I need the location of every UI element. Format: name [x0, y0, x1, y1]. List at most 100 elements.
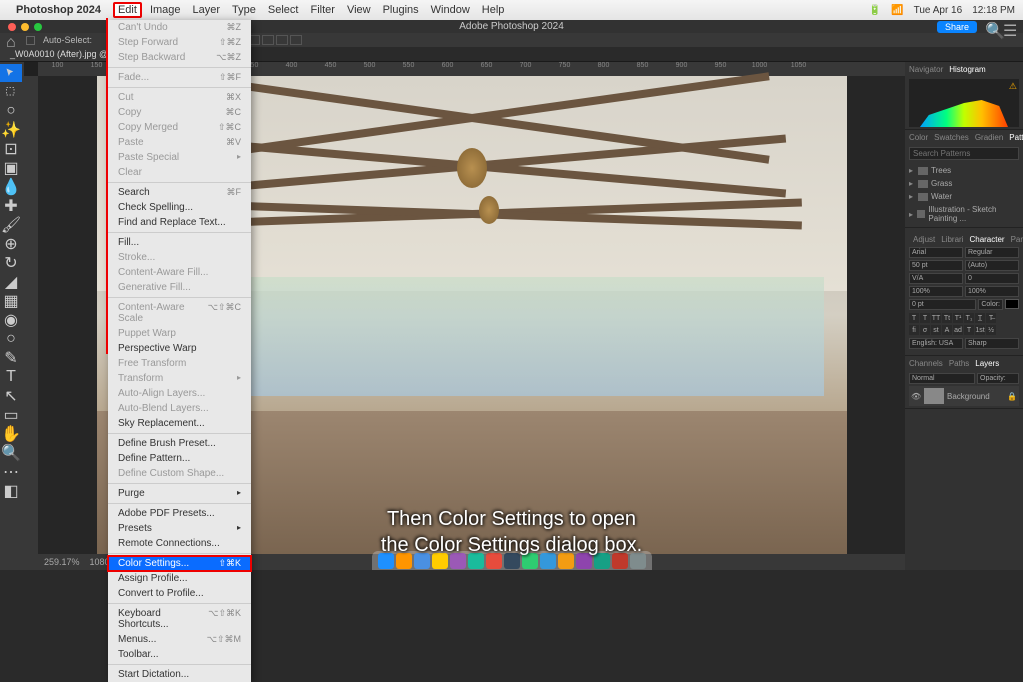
visibility-icon[interactable]: 👁	[911, 392, 921, 401]
menu-item-sky-replacement[interactable]: Sky Replacement...	[108, 416, 251, 431]
close-icon[interactable]	[8, 23, 16, 31]
wand-tool[interactable]: ✨	[0, 121, 22, 139]
search-icon[interactable]: 🔍	[985, 21, 997, 33]
tab-channels[interactable]: Channels	[909, 359, 943, 368]
tab-character[interactable]: Character	[969, 235, 1004, 244]
eraser-tool[interactable]: ◢	[0, 273, 22, 291]
dodge-tool[interactable]: ○	[0, 330, 22, 348]
aa-select[interactable]: Sharp	[965, 338, 1019, 349]
layer-name[interactable]: Background	[947, 392, 990, 401]
menu-edit[interactable]: Edit	[113, 2, 142, 18]
menu-item-define-brush-preset[interactable]: Define Brush Preset...	[108, 436, 251, 451]
menu-window[interactable]: Window	[431, 4, 470, 16]
text-color-swatch[interactable]	[1005, 299, 1019, 309]
tracking-select[interactable]: 0	[965, 273, 1019, 284]
caps-button[interactable]: TT	[931, 313, 941, 323]
menu-type[interactable]: Type	[232, 4, 256, 16]
menu-view[interactable]: View	[347, 4, 371, 16]
font-select[interactable]: Arial	[909, 247, 963, 258]
leading-select[interactable]: (Auto)	[965, 260, 1019, 271]
minimize-icon[interactable]	[21, 23, 29, 31]
kerning-select[interactable]: V/A	[909, 273, 963, 284]
menu-item-find-and-replace-text[interactable]: Find and Replace Text...	[108, 215, 251, 230]
lasso-tool[interactable]	[0, 102, 22, 120]
tab-navigator[interactable]: Navigator	[909, 65, 943, 74]
warning-icon[interactable]: ⚠	[1009, 81, 1017, 92]
menu-plugins[interactable]: Plugins	[383, 4, 419, 16]
home-icon[interactable]: ⌂	[6, 34, 18, 46]
menu-item-define-pattern[interactable]: Define Pattern...	[108, 451, 251, 466]
menu-item-search[interactable]: Search⌘F	[108, 185, 251, 200]
menu-layer[interactable]: Layer	[193, 4, 221, 16]
tab-swatches[interactable]: Swatches	[934, 133, 969, 142]
vscale-input[interactable]: 100%	[909, 286, 963, 297]
move-tool[interactable]	[0, 64, 22, 82]
lock-icon[interactable]: 🔒	[1007, 392, 1017, 401]
heal-tool[interactable]: ✚	[0, 197, 22, 215]
menu-item-remote-connections[interactable]: Remote Connections...	[108, 536, 251, 551]
tab-layers[interactable]: Layers	[975, 359, 999, 368]
menu-help[interactable]: Help	[482, 4, 505, 16]
gradient-tool[interactable]: ▦	[0, 292, 22, 310]
bold-button[interactable]: T	[909, 313, 919, 323]
lang-select[interactable]: English: USA	[909, 338, 963, 349]
underline-button[interactable]: T̲	[975, 313, 985, 323]
menu-item-fill[interactable]: Fill...	[108, 235, 251, 250]
menu-item-menus[interactable]: Menus...⌥⇧⌘M	[108, 632, 251, 647]
pen-tool[interactable]: ✎	[0, 349, 22, 367]
strike-button[interactable]: T̶	[986, 313, 996, 323]
tab-libraries[interactable]: Librari	[941, 235, 963, 244]
smallcaps-button[interactable]: Tt	[942, 313, 952, 323]
menu-item-convert-to-profile[interactable]: Convert to Profile...	[108, 586, 251, 601]
hscale-input[interactable]: 100%	[965, 286, 1019, 297]
tab-paragraph[interactable]: Paragr	[1011, 235, 1023, 244]
zoom-level[interactable]: 259.17%	[44, 557, 80, 567]
size-select[interactable]: 50 pt	[909, 260, 963, 271]
menu-image[interactable]: Image	[150, 4, 181, 16]
menu-filter[interactable]: Filter	[310, 4, 334, 16]
sub-button[interactable]: T₁	[964, 313, 974, 323]
shape-tool[interactable]: ▭	[0, 406, 22, 424]
traffic-lights[interactable]	[8, 23, 42, 31]
blend-mode[interactable]: Normal	[909, 373, 975, 384]
menu-item-toolbar[interactable]: Toolbar...	[108, 647, 251, 662]
weight-select[interactable]: Regular	[965, 247, 1019, 258]
blur-tool[interactable]: ◉	[0, 311, 22, 329]
hand-tool[interactable]: ✋	[0, 425, 22, 443]
menu-item-assign-profile[interactable]: Assign Profile...	[108, 571, 251, 586]
tab-histogram[interactable]: Histogram	[949, 65, 985, 74]
tab-adjust[interactable]: Adjust	[913, 235, 935, 244]
crop-tool[interactable]: ⊡	[0, 140, 22, 158]
menu-item-check-spelling[interactable]: Check Spelling...	[108, 200, 251, 215]
tab-patterns[interactable]: Patterns	[1009, 133, 1023, 142]
more-tools[interactable]: ⋯	[0, 463, 22, 481]
maximize-icon[interactable]	[34, 23, 42, 31]
layer-row[interactable]: 👁 Background 🔒	[909, 386, 1019, 406]
menu-item-adobe-pdf-presets[interactable]: Adobe PDF Presets...	[108, 506, 251, 521]
brush-tool[interactable]: 🖌	[0, 216, 22, 234]
workspace-icon[interactable]: ☰	[1003, 21, 1015, 33]
autoselect-checkbox[interactable]	[26, 36, 35, 45]
menu-item-start-dictation[interactable]: Start Dictation...	[108, 667, 251, 682]
menu-item-color-settings[interactable]: Color Settings...⇧⌘K	[108, 556, 251, 571]
tab-gradients[interactable]: Gradien	[975, 133, 1003, 142]
menu-select[interactable]: Select	[268, 4, 299, 16]
eyedropper-tool[interactable]: 💧	[0, 178, 22, 196]
menu-item-presets[interactable]: Presets	[108, 521, 251, 536]
stamp-tool[interactable]: ⊕	[0, 235, 22, 253]
menu-item-purge[interactable]: Purge	[108, 486, 251, 501]
baseline-input[interactable]: 0 pt	[909, 299, 976, 310]
share-button[interactable]: Share	[937, 21, 977, 33]
color-swap[interactable]: ◧	[0, 482, 22, 500]
marquee-tool[interactable]	[0, 83, 22, 101]
tab-color[interactable]: Color	[909, 133, 928, 142]
menu-item-keyboard-shortcuts[interactable]: Keyboard Shortcuts...⌥⇧⌘K	[108, 606, 251, 632]
frame-tool[interactable]: ▣	[0, 159, 22, 177]
menu-item-perspective-warp[interactable]: Perspective Warp	[108, 341, 251, 356]
super-button[interactable]: T¹	[953, 313, 963, 323]
search-patterns-input[interactable]	[909, 147, 1019, 160]
zoom-tool[interactable]: 🔍	[0, 444, 22, 462]
app-name[interactable]: Photoshop 2024	[16, 4, 101, 16]
history-brush-tool[interactable]: ↻	[0, 254, 22, 272]
tab-paths[interactable]: Paths	[949, 359, 969, 368]
